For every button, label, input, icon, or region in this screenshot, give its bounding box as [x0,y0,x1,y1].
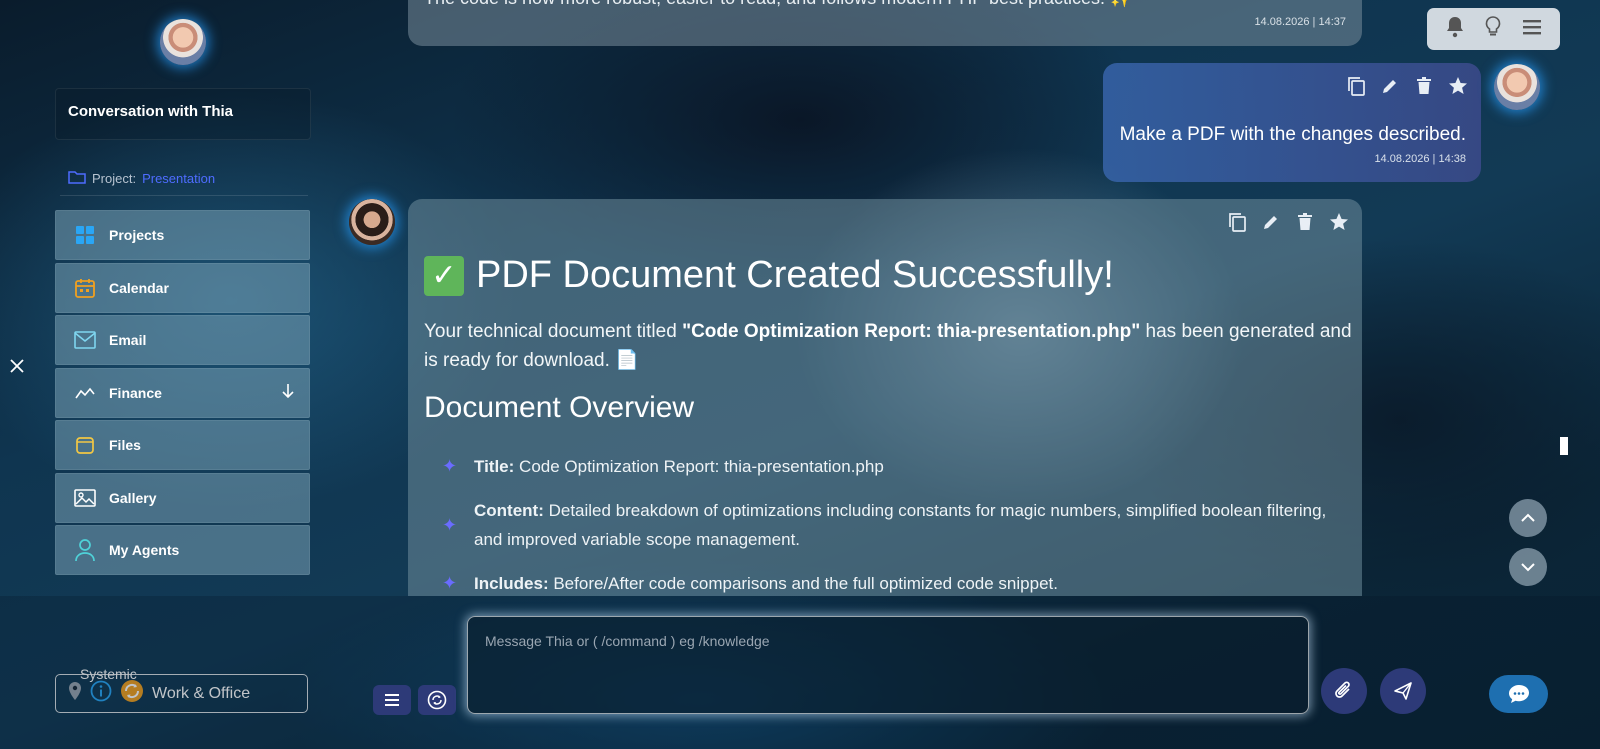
heading-text: PDF Document Created Successfully! [476,254,1114,296]
message-composer[interactable] [467,616,1309,714]
project-link[interactable]: Presentation [142,171,215,186]
message-text: The code is now more robust, easier to r… [424,0,1132,9]
sidebar-nav: Projects Calendar Email Finance Files Ga… [55,210,310,578]
sidebar-item-label: Files [109,437,141,453]
user-avatar[interactable] [160,19,206,65]
list-item: ✦ Content: Detailed breakdown of optimiz… [442,496,1342,554]
chevron-up-icon [1521,513,1535,522]
message-timestamp: 14.08.2026 | 14:37 [1254,16,1346,28]
trash-icon[interactable] [1294,211,1316,233]
scroll-up-button[interactable] [1509,499,1547,537]
intro-text: Your technical document titled [424,321,683,342]
image-icon [73,486,97,510]
sidebar-item-my-agents[interactable]: My Agents [55,525,310,575]
assistant-paragraph: Your technical document titled "Code Opt… [424,317,1354,375]
assistant-avatar [349,199,395,245]
options-button[interactable] [373,685,411,715]
message-assistant: ✓ PDF Document Created Successfully! You… [408,199,1362,596]
project-breadcrumb: Project: Presentation [68,170,215,187]
top-right-toolbar [1427,8,1560,50]
menu-icon[interactable] [1522,19,1542,40]
attach-button[interactable] [1321,668,1367,714]
sidebar-item-projects[interactable]: Projects [55,210,310,260]
conversation-title: Conversation with Thia [68,103,234,120]
refresh-icon [427,690,447,710]
overview-heading: Document Overview [424,391,695,424]
edit-icon[interactable] [1260,211,1282,233]
sidebar-item-label: Gallery [109,489,157,506]
chevron-down-icon [1521,563,1535,572]
user-message-avatar [1494,64,1540,110]
lightbulb-icon[interactable] [1485,15,1501,43]
sparkle-icon: ✦ [442,573,458,593]
sparkle-icon: ✦ [442,456,458,476]
list-menu-icon [385,694,399,706]
sidebar-item-gallery[interactable]: Gallery [55,472,310,523]
message-actions [1226,211,1350,233]
close-icon [10,359,24,373]
assistant-heading: ✓ PDF Document Created Successfully! [424,254,1114,297]
refresh-button[interactable] [418,685,456,715]
list-item: ✦ Includes: Before/After code comparison… [442,569,1342,596]
sidebar-item-label: Calendar [109,279,169,296]
copy-icon[interactable] [1226,211,1248,233]
message-timestamp: 14.08.2026 | 14:38 [1374,153,1466,165]
edit-icon[interactable] [1379,75,1401,97]
calendar-icon [73,276,97,300]
list-item: ✦ Title: Code Optimization Report: thia-… [442,452,1342,481]
chat-button[interactable] [1489,675,1548,713]
folder-outline-icon [68,170,86,187]
sidebar-item-email[interactable]: Email [55,315,310,365]
intro-bold: "Code Optimization Report: thia-presenta… [682,321,1141,342]
overview-list: ✦ Title: Code Optimization Report: thia-… [442,452,1342,596]
mail-icon [73,328,97,352]
scrollbar-thumb[interactable] [1560,437,1568,455]
check-mark-icon: ✓ [424,255,464,296]
list-item-text: Detailed breakdown of optimizations incl… [474,501,1327,549]
paperclip-icon [1335,681,1350,698]
grid-icon [73,223,97,247]
folder-icon [73,433,97,457]
bell-icon[interactable] [1445,16,1465,43]
list-item-text: Code Optimization Report: thia-presentat… [514,457,884,476]
close-sidebar-button[interactable] [10,356,24,379]
sidebar-item-calendar[interactable]: Calendar [55,262,310,313]
send-button[interactable] [1380,668,1426,714]
sidebar-item-label: My Agents [109,542,180,558]
sparkle-icon: ✦ [442,514,458,535]
sidebar-item-files[interactable]: Files [55,420,310,470]
message-actions [1345,75,1469,97]
list-item-label: Title: [474,457,515,476]
sidebar-item-finance[interactable]: Finance [55,367,310,418]
arrow-down-icon[interactable] [281,383,295,402]
copy-icon[interactable] [1345,75,1367,97]
person-icon [73,538,97,562]
star-icon[interactable] [1328,211,1350,233]
message-text: Make a PDF with the changes described. [1119,124,1466,145]
list-item-label: Content: [474,501,544,520]
divider [60,195,308,196]
sidebar-item-label: Email [109,332,147,348]
chart-icon [73,381,97,405]
scroll-down-button[interactable] [1509,548,1547,586]
send-icon [1394,682,1412,700]
chat-bubble-icon [1508,685,1529,703]
trash-icon[interactable] [1413,75,1435,97]
star-icon[interactable] [1447,75,1469,97]
message-previous: The code is now more robust, easier to r… [408,0,1362,46]
list-item-text: Before/After code comparisons and the fu… [548,574,1058,593]
list-item-label: Includes: [474,574,549,593]
message-input[interactable] [468,617,1308,713]
sidebar-item-label: Projects [109,227,165,243]
message-user: Make a PDF with the changes described. 1… [1103,63,1481,182]
project-label: Project: [92,171,137,186]
sidebar-item-label: Finance [109,384,162,401]
